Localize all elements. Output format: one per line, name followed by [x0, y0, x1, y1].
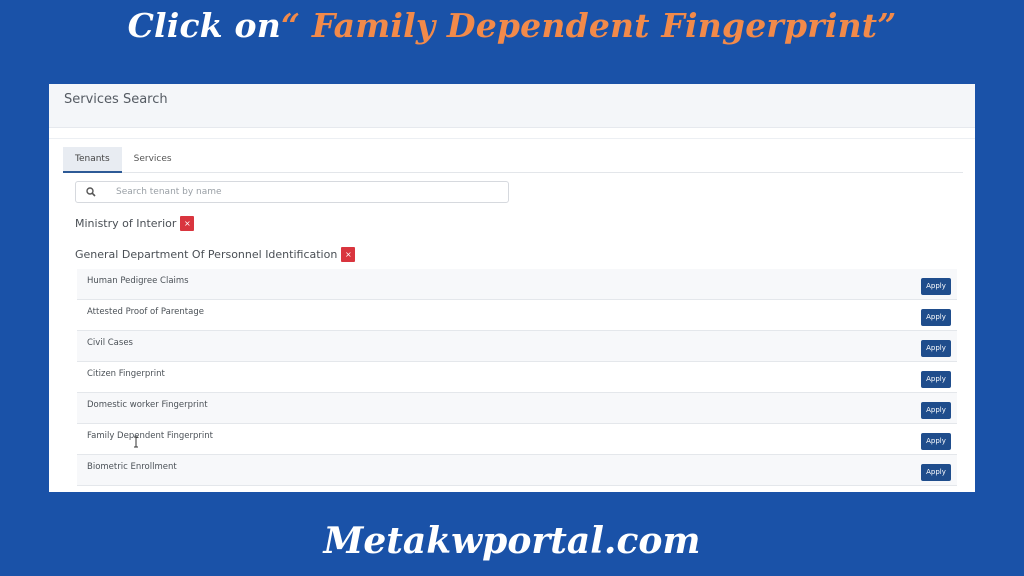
service-name: Attested Proof of Parentage: [87, 307, 204, 317]
banner-highlight: “ Family Dependent Fingerprint”: [280, 6, 897, 45]
service-name: Human Pedigree Claims: [87, 276, 189, 286]
close-icon[interactable]: ×: [341, 247, 356, 262]
tab-bar: Tenants Services: [63, 147, 963, 173]
search-icon: [76, 187, 106, 197]
apply-button[interactable]: Apply: [921, 401, 951, 419]
apply-button[interactable]: Apply: [921, 277, 951, 295]
apply-button[interactable]: Apply: [921, 432, 951, 450]
service-name: Biometric Enrollment: [87, 462, 177, 472]
tenant-name: Ministry of Interior: [75, 217, 177, 230]
banner-title: Click on“ Family Dependent Fingerprint”: [0, 6, 1024, 45]
service-name: Domestic worker Fingerprint: [87, 400, 208, 410]
service-row-family-dependent-fingerprint: Family Dependent Fingerprint Apply: [77, 424, 957, 455]
service-list: Human Pedigree Claims Apply Attested Pro…: [77, 269, 957, 486]
footer-site: Metakwportal.com: [323, 520, 701, 562]
tenant-ministry-of-interior: Ministry of Interior ×: [75, 216, 195, 231]
text-cursor-icon: [134, 436, 138, 448]
tab-services[interactable]: Services: [122, 147, 184, 173]
search-box: [75, 181, 509, 203]
apply-button[interactable]: Apply: [921, 308, 951, 326]
service-row-citizen-fingerprint: Citizen Fingerprint Apply: [77, 362, 957, 393]
service-name: Family Dependent Fingerprint: [87, 431, 213, 441]
apply-button[interactable]: Apply: [921, 370, 951, 388]
services-card: Tenants Services Ministry of Interior × …: [49, 138, 975, 492]
banner-prefix: Click on: [127, 6, 281, 45]
apply-button[interactable]: Apply: [921, 339, 951, 357]
service-row-human-pedigree-claims: Human Pedigree Claims Apply: [77, 269, 957, 300]
app-window: Services Search Tenants Services Ministr…: [49, 84, 975, 492]
close-icon[interactable]: ×: [180, 216, 195, 231]
tab-tenants[interactable]: Tenants: [63, 147, 122, 173]
service-row-civil-cases: Civil Cases Apply: [77, 331, 957, 362]
service-name: Civil Cases: [87, 338, 133, 348]
tenant-general-department: General Department Of Personnel Identifi…: [75, 247, 356, 262]
service-row-domestic-worker-fingerprint: Domestic worker Fingerprint Apply: [77, 393, 957, 424]
tenant-name: General Department Of Personnel Identifi…: [75, 248, 338, 261]
service-row-attested-proof-of-parentage: Attested Proof of Parentage Apply: [77, 300, 957, 331]
page-header: Services Search: [49, 84, 975, 128]
search-input[interactable]: [116, 187, 506, 197]
service-name: Citizen Fingerprint: [87, 369, 165, 379]
page-title: Services Search: [64, 92, 168, 107]
service-row-biometric-enrollment: Biometric Enrollment Apply: [77, 455, 957, 486]
apply-button[interactable]: Apply: [921, 463, 951, 481]
